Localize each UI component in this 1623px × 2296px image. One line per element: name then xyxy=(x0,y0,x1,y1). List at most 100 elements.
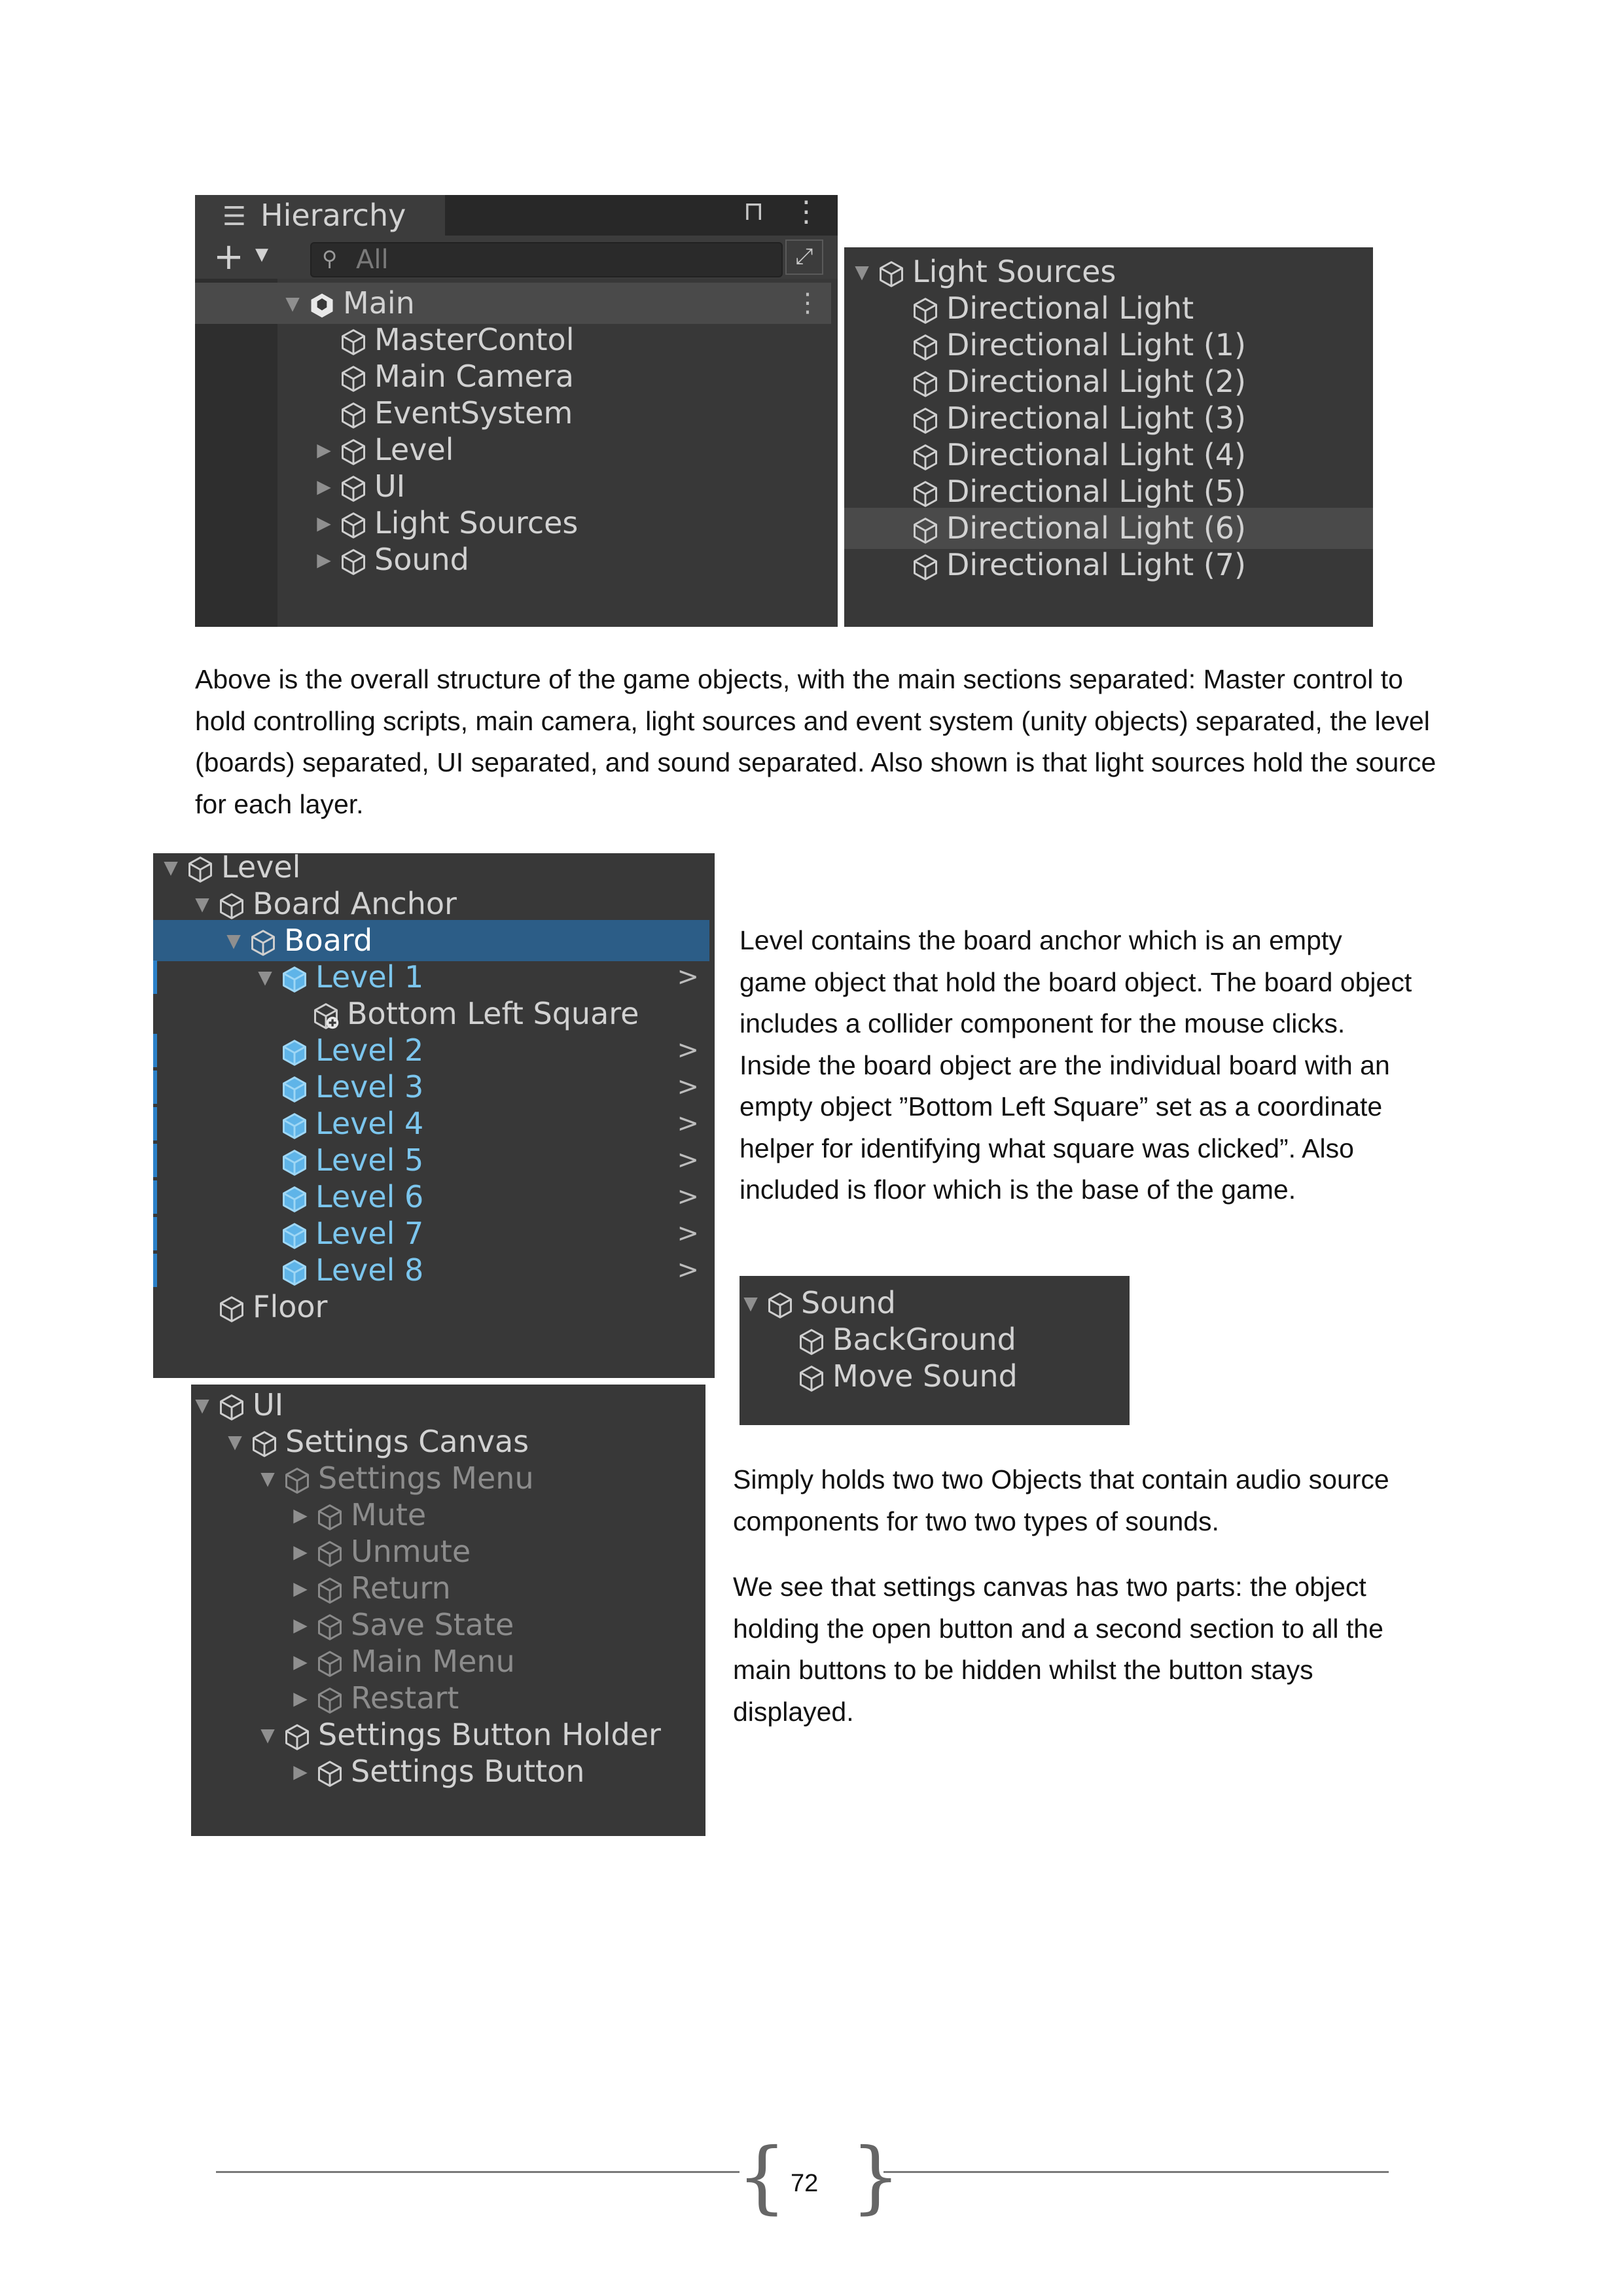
tree-item-directional-light-1[interactable]: Directional Light (1) xyxy=(844,325,1373,366)
open-prefab-chevron-icon[interactable]: > xyxy=(677,1030,699,1071)
tree-item-sound[interactable]: ▶ Sound xyxy=(195,539,831,580)
open-prefab-chevron-icon[interactable]: > xyxy=(677,1213,699,1254)
sound-tree: ▼ Sound BackGround Move Sound xyxy=(740,1282,1130,1425)
add-button[interactable]: + xyxy=(213,236,244,279)
expand-arrow-right-icon[interactable]: ▶ xyxy=(314,503,334,544)
expand-arrow-down-icon[interactable]: ▼ xyxy=(255,957,275,998)
tree-item-level-4[interactable]: Level 4 > xyxy=(153,1103,709,1144)
tree-item-ui[interactable]: ▶ UI xyxy=(195,466,831,507)
tree-item-ui[interactable]: ▼ UI xyxy=(191,1385,705,1426)
tree-item-main-camera[interactable]: Main Camera xyxy=(195,356,831,397)
tree-item-settings-menu[interactable]: ▼ Settings Menu xyxy=(191,1458,705,1499)
tree-item-save-state[interactable]: ▶ Save State xyxy=(191,1604,705,1646)
open-prefab-chevron-icon[interactable]: > xyxy=(677,1140,699,1181)
tree-item-bottom-left-square[interactable]: Bottom Left Square xyxy=(153,993,709,1034)
tree-item-return[interactable]: ▶ Return xyxy=(191,1568,705,1609)
tree-item-settings-canvas[interactable]: ▼ Settings Canvas xyxy=(191,1421,705,1462)
tree-item-floor[interactable]: Floor xyxy=(153,1286,709,1328)
expand-arrow-right-icon[interactable]: ▶ xyxy=(291,1678,310,1719)
tree-item-level-2[interactable]: Level 2 > xyxy=(153,1030,709,1071)
footer-line-right xyxy=(883,2171,1389,2173)
open-prefab-chevron-icon[interactable]: > xyxy=(677,1103,699,1144)
tree-item-mute[interactable]: ▶ Mute xyxy=(191,1494,705,1536)
paragraph-sound-description: Simply holds two two Objects that contai… xyxy=(733,1464,1389,1536)
expand-arrow-down-icon[interactable]: ▼ xyxy=(258,1714,277,1756)
tree-item-light-sources[interactable]: ▼ Light Sources xyxy=(844,251,1373,292)
tree-item-settings-button[interactable]: ▶ Settings Button xyxy=(191,1751,705,1792)
tree-item-settings-button-holder[interactable]: ▼ Settings Button Holder xyxy=(191,1714,705,1756)
search-input[interactable]: ⚲ All xyxy=(310,242,783,277)
paragraph-overall-structure: Above is the overall structure of the ga… xyxy=(195,664,1436,819)
tree-item-light-sources[interactable]: ▶ Light Sources xyxy=(195,503,831,544)
tree-item-board[interactable]: ▼ Board xyxy=(153,920,709,961)
tree-item-level[interactable]: ▶ Level xyxy=(195,429,831,470)
expand-arrow-right-icon[interactable]: ▶ xyxy=(314,539,334,580)
cube-icon xyxy=(250,1428,279,1457)
expand-arrow-down-icon[interactable]: ▼ xyxy=(192,883,212,925)
open-prefab-chevron-icon[interactable]: > xyxy=(677,1176,699,1218)
tree-item-unmute[interactable]: ▶ Unmute xyxy=(191,1531,705,1572)
expand-arrow-right-icon[interactable]: ▶ xyxy=(291,1604,310,1646)
tree-item-move-sound[interactable]: Move Sound xyxy=(740,1356,1130,1397)
tree-item-board-anchor[interactable]: ▼ Board Anchor xyxy=(153,883,709,925)
expand-arrow-down-icon[interactable]: ▼ xyxy=(283,283,302,324)
ui-panel-screenshot: ▼ UI ▼ Settings Canvas ▼ Settings Menu ▶ Mute ▶ U… xyxy=(191,1385,705,1836)
cube-icon xyxy=(911,551,940,580)
expand-arrow-right-icon[interactable]: ▶ xyxy=(314,429,334,470)
tree-item-sound[interactable]: ▼ Sound xyxy=(740,1282,1130,1324)
expand-arrow-right-icon[interactable]: ▶ xyxy=(291,1568,310,1609)
cube-icon xyxy=(315,1538,344,1567)
cube-icon xyxy=(217,890,246,919)
tree-item-level-8[interactable]: Level 8 > xyxy=(153,1250,709,1291)
prefab-override-bar xyxy=(153,1034,157,1067)
hierarchy-toolbar: + ▼ ⚲ All ⤢ xyxy=(195,236,838,279)
expand-arrow-right-icon[interactable]: ▶ xyxy=(314,466,334,507)
hierarchy-tab[interactable]: ☰ Hierarchy xyxy=(195,195,445,236)
tree-item-directional-light-6[interactable]: Directional Light (6) xyxy=(844,508,1373,549)
tree-item-label: Main xyxy=(343,285,415,321)
open-prefab-chevron-icon[interactable]: > xyxy=(677,1250,699,1291)
tree-item-level-6[interactable]: Level 6 > xyxy=(153,1176,709,1218)
tree-item-label: Main Camera xyxy=(374,359,574,394)
tree-item-mastercontol[interactable]: MasterContol xyxy=(195,319,831,361)
tree-item-directional-light-4[interactable]: Directional Light (4) xyxy=(844,434,1373,476)
prefab-override-bar xyxy=(153,1144,157,1177)
tree-item-restart[interactable]: ▶ Restart xyxy=(191,1678,705,1719)
expand-arrow-down-icon[interactable]: ▼ xyxy=(852,251,872,292)
tree-item-main[interactable]: ▼ Main ⋮ xyxy=(195,283,831,324)
expand-arrow-right-icon[interactable]: ▶ xyxy=(291,1531,310,1572)
expand-arrow-down-icon[interactable]: ▼ xyxy=(225,1421,245,1462)
tree-item-directional-light-7[interactable]: Directional Light (7) xyxy=(844,544,1373,586)
expand-arrow-right-icon[interactable]: ▶ xyxy=(291,1494,310,1536)
tree-item-main-menu[interactable]: ▶ Main Menu xyxy=(191,1641,705,1682)
tree-item-directional-light[interactable]: Directional Light xyxy=(844,288,1373,329)
expand-arrow-right-icon[interactable]: ▶ xyxy=(291,1641,310,1682)
tree-item-directional-light-5[interactable]: Directional Light (5) xyxy=(844,471,1373,512)
search-placeholder: All xyxy=(356,245,389,275)
tree-item-level-7[interactable]: Level 7 > xyxy=(153,1213,709,1254)
tree-item-directional-light-3[interactable]: Directional Light (3) xyxy=(844,398,1373,439)
open-prefab-chevron-icon[interactable]: > xyxy=(677,957,699,998)
tree-item-background[interactable]: BackGround xyxy=(740,1319,1130,1360)
tree-item-eventsystem[interactable]: EventSystem xyxy=(195,393,831,434)
expand-arrow-down-icon[interactable]: ▼ xyxy=(192,1385,212,1426)
expand-arrow-down-icon[interactable]: ▼ xyxy=(258,1458,277,1499)
tree-item-level-3[interactable]: Level 3 > xyxy=(153,1067,709,1108)
tree-item-level-5[interactable]: Level 5 > xyxy=(153,1140,709,1181)
tree-item-level-1[interactable]: ▼ Level 1 > xyxy=(153,957,709,998)
open-prefab-chevron-icon[interactable]: > xyxy=(677,1067,699,1108)
expand-arrow-right-icon[interactable]: ▶ xyxy=(291,1751,310,1792)
scene-menu-icon[interactable]: ⋮ xyxy=(794,283,821,324)
cube-icon xyxy=(283,1464,312,1494)
cube-icon xyxy=(315,1501,344,1530)
tree-item-directional-light-2[interactable]: Directional Light (2) xyxy=(844,361,1373,402)
cube-icon xyxy=(339,399,368,429)
expand-search-icon[interactable]: ⤢ xyxy=(785,239,823,275)
footer-line-left xyxy=(216,2171,740,2173)
expand-arrow-down-icon[interactable]: ▼ xyxy=(741,1282,760,1324)
kebab-menu-icon[interactable]: ⋮ xyxy=(792,195,821,228)
chevron-down-icon[interactable]: ▼ xyxy=(255,245,268,264)
lock-icon[interactable]: ⊓ xyxy=(743,196,764,226)
cube-icon xyxy=(339,509,368,539)
expand-arrow-down-icon[interactable]: ▼ xyxy=(224,920,243,961)
